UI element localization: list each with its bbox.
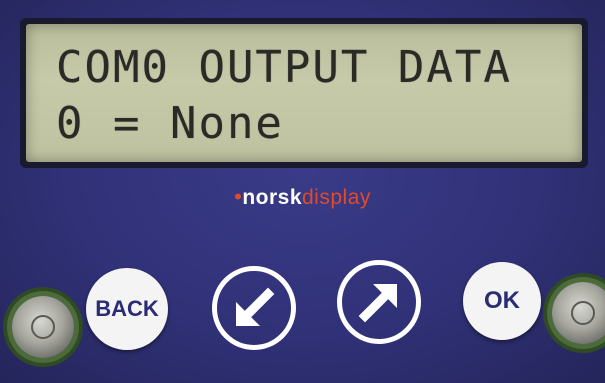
brand-name-norsk: norsk xyxy=(242,186,302,209)
brand-name-display: display xyxy=(302,186,371,209)
arrow-down-left-icon xyxy=(236,287,275,326)
down-left-arrow-button[interactable] xyxy=(212,266,296,350)
back-button-label: BACK xyxy=(95,296,159,321)
screw-head-icon xyxy=(31,315,55,339)
lcd-line-1: COM0 OUTPUT DATA xyxy=(56,42,512,93)
lcd-line-2: 0 = None xyxy=(56,98,284,149)
device-front-panel: COM0 OUTPUT DATA 0 = None •norskdisplay … xyxy=(0,0,605,383)
mounting-screw-right xyxy=(552,282,605,344)
brand-logo: •norskdisplay xyxy=(0,184,605,210)
lcd-display: COM0 OUTPUT DATA 0 = None xyxy=(26,24,582,162)
ok-button-label: OK xyxy=(484,287,520,314)
arrow-up-right-icon xyxy=(358,284,397,323)
ok-button[interactable]: OK xyxy=(463,262,541,340)
screw-head-icon xyxy=(571,301,595,325)
back-button[interactable]: BACK xyxy=(86,268,168,350)
mounting-screw-left xyxy=(12,296,74,358)
up-right-arrow-button[interactable] xyxy=(337,260,421,344)
